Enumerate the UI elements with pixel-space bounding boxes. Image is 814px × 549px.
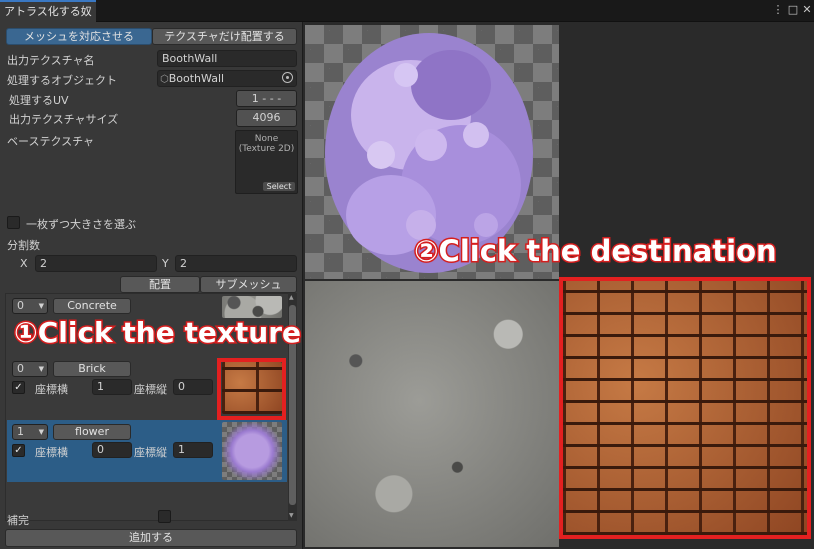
texture-name-button[interactable]: Concrete: [53, 298, 131, 314]
concrete-thumbnail[interactable]: [222, 296, 282, 318]
choose-size-checkbox[interactable]: [7, 216, 20, 229]
target-object-label: 処理するオブジェクト: [7, 74, 117, 87]
target-icon[interactable]: [282, 72, 293, 83]
uv-label: 処理するUV: [9, 94, 69, 107]
chevron-down-icon: ▼: [38, 302, 44, 310]
texture-name-button[interactable]: flower: [53, 424, 131, 440]
tab-texture-only-mode[interactable]: テクスチャだけ配置する: [152, 28, 297, 45]
cube-icon: ⬡: [160, 74, 169, 85]
select-button[interactable]: Select: [262, 181, 296, 192]
coord-h-input[interactable]: 0: [92, 442, 132, 458]
division-y-input[interactable]: 2: [175, 255, 297, 272]
target-object-value: BoothWall: [168, 72, 225, 85]
coord-h-input[interactable]: 1: [92, 379, 132, 395]
submesh-button[interactable]: サブメッシュ: [200, 276, 297, 293]
step2-callout: ②Click the destination: [413, 233, 779, 270]
output-size-label: 出力テクスチャサイズ: [9, 113, 119, 126]
texture-name-button[interactable]: Brick: [53, 361, 131, 377]
coord-v-input[interactable]: 1: [173, 442, 213, 458]
atlas-cell-brick[interactable]: [559, 277, 811, 539]
atlas-preview: [303, 22, 814, 549]
step1-callout: ①Click the texture: [12, 315, 302, 351]
division-label: 分割数: [7, 239, 40, 252]
coord-h-label: 座標横: [35, 383, 68, 396]
coord-v-input[interactable]: 0: [173, 379, 213, 395]
kebab-menu-icon[interactable]: ⋮: [772, 3, 784, 17]
row-checkbox[interactable]: ✓: [12, 381, 25, 394]
atlas-cell-concrete[interactable]: [305, 281, 559, 547]
division-x-input[interactable]: 2: [35, 255, 157, 272]
output-name-input[interactable]: BoothWall: [157, 50, 297, 67]
row-checkbox[interactable]: ✓: [12, 444, 25, 457]
window-tab[interactable]: アトラス化する奴: [0, 0, 96, 22]
index-dropdown[interactable]: 0 ▼: [12, 361, 48, 377]
list-item-selected[interactable]: 1 ▼ flower ✓ 座標横 0 座標縦 1: [7, 420, 287, 482]
scroll-down-icon[interactable]: ▼: [289, 513, 296, 519]
output-name-label: 出力テクスチャ名: [7, 54, 95, 67]
division-x-label: X: [20, 257, 28, 270]
coord-h-label: 座標横: [35, 446, 68, 459]
title-bar: アトラス化する奴 ⋮ □ ✕: [0, 0, 814, 22]
index-dropdown[interactable]: 0 ▼: [12, 298, 48, 314]
uv-dropdown[interactable]: 1 - - -: [236, 90, 297, 107]
add-button[interactable]: 追加する: [5, 529, 297, 547]
complement-label: 補完: [7, 514, 29, 527]
tab-mesh-mode[interactable]: メッシュを対応させる: [6, 28, 152, 45]
flower-thumbnail[interactable]: [222, 422, 282, 480]
placement-button[interactable]: 配置: [120, 276, 200, 293]
output-size-dropdown[interactable]: 4096: [236, 109, 297, 127]
base-texture-slot[interactable]: None (Texture 2D) Select: [235, 130, 298, 194]
complement-checkbox[interactable]: [158, 510, 171, 523]
division-y-label: Y: [162, 257, 169, 270]
scroll-up-icon[interactable]: ▲: [289, 295, 296, 301]
maximize-icon[interactable]: □: [787, 3, 799, 17]
close-icon[interactable]: ✕: [801, 3, 813, 17]
choose-size-label: 一枚ずつ大きさを選ぶ: [26, 218, 136, 231]
chevron-down-icon: ▼: [38, 365, 44, 373]
index-dropdown[interactable]: 1 ▼: [12, 424, 48, 440]
base-texture-type: (Texture 2D): [238, 144, 295, 154]
highlight-brick-thumbnail: [217, 358, 286, 420]
target-object-field[interactable]: ⬡BoothWall: [157, 70, 297, 87]
base-texture-label: ベーステクスチャ: [7, 135, 95, 148]
coord-v-label: 座標縦: [134, 446, 167, 459]
chevron-down-icon: ▼: [38, 428, 44, 436]
coord-v-label: 座標縦: [134, 383, 167, 396]
settings-panel: メッシュを対応させる テクスチャだけ配置する 出力テクスチャ名 BoothWal…: [0, 22, 302, 549]
base-texture-none: None: [254, 134, 279, 144]
